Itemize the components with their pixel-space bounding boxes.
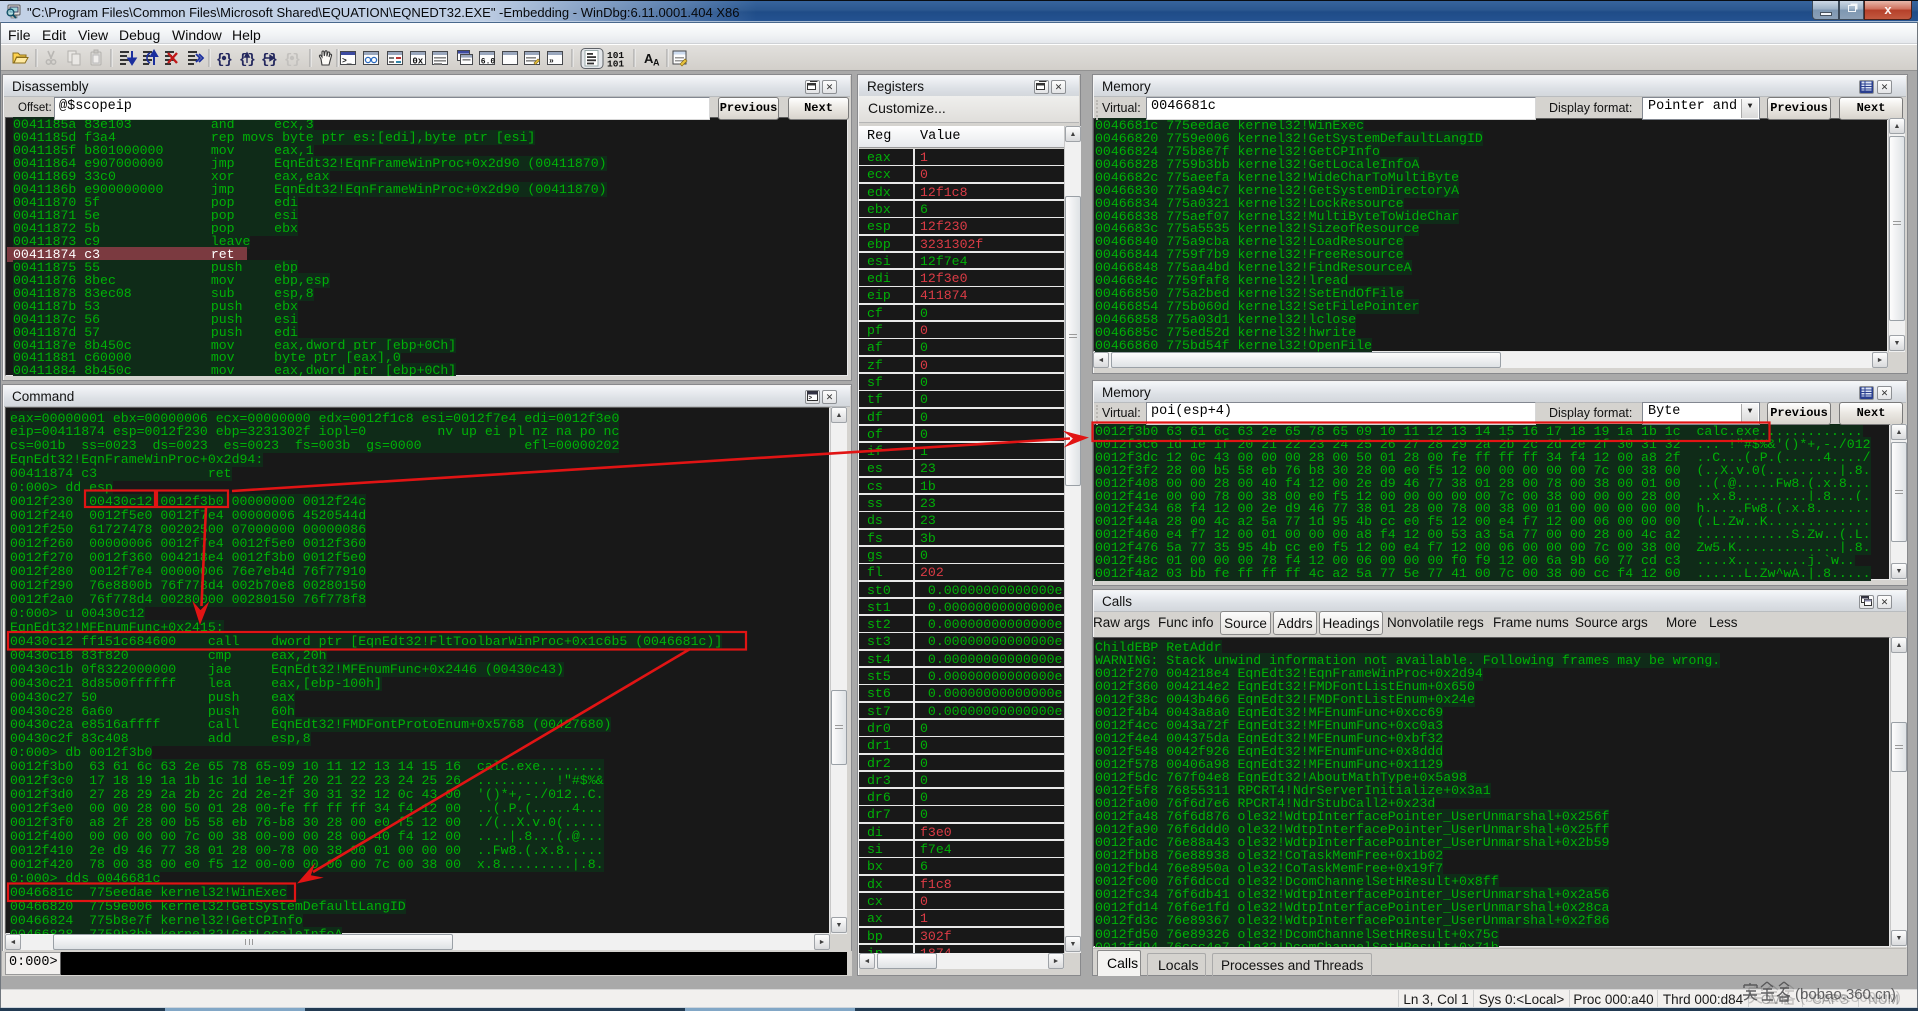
svg-text:A: A xyxy=(653,58,660,68)
svg-text:»: » xyxy=(549,57,554,66)
svg-text:101: 101 xyxy=(607,59,624,70)
svg-text:0x: 0x xyxy=(412,57,423,67)
svg-text:6.0: 6.0 xyxy=(481,57,496,66)
svg-text:(bobao.360.cn): (bobao.360.cn) xyxy=(1795,986,1896,1003)
svg-text:>_: >_ xyxy=(809,396,817,402)
svg-text:>_: >_ xyxy=(342,57,352,66)
